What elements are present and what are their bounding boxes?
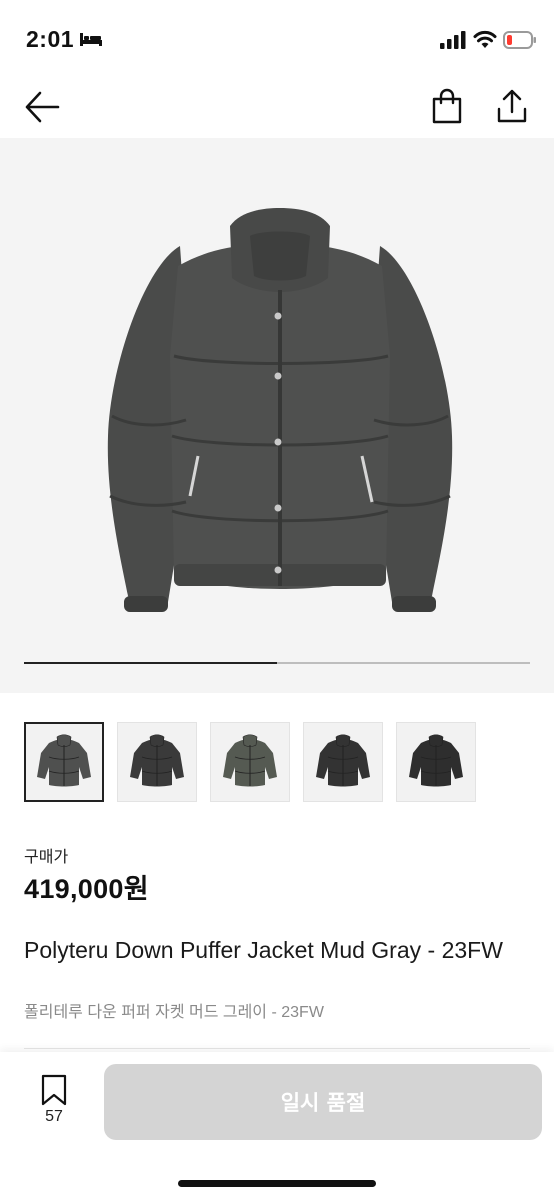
carousel-progress-bar xyxy=(24,662,530,664)
bookmark-icon xyxy=(41,1074,67,1106)
thumbnail-4[interactable] xyxy=(303,722,383,802)
divider xyxy=(24,1048,530,1049)
shopping-bag-icon[interactable] xyxy=(431,88,463,124)
home-indicator xyxy=(178,1180,376,1187)
jacket-thumbnail-image xyxy=(409,734,463,787)
status-bar: 2:01 xyxy=(0,0,554,80)
status-time: 2:01 xyxy=(26,26,75,52)
thumbnail-2[interactable] xyxy=(117,722,197,802)
bookmark-count: 57 xyxy=(45,1108,63,1125)
nav-bar xyxy=(0,80,554,138)
jacket-thumbnail-image xyxy=(316,734,370,787)
price-value: 419,000원 xyxy=(24,874,149,904)
back-arrow-icon[interactable] xyxy=(24,90,60,124)
wifi-icon xyxy=(473,30,497,48)
product-subtitle: 폴리테루 다운 퍼퍼 자켓 머드 그레이 - 23FW xyxy=(24,1004,324,1021)
thumbnail-1[interactable] xyxy=(24,722,104,802)
bookmark-button[interactable]: 57 xyxy=(34,1074,74,1134)
thumbnail-3[interactable] xyxy=(210,722,290,802)
product-detail-page: 2:01 구매가 419,000원 Polyteru Down Puffer J… xyxy=(0,0,554,1200)
product-image xyxy=(107,208,453,612)
signal-icon xyxy=(440,31,466,49)
jacket-thumbnail-image xyxy=(130,734,184,787)
thumbnail-5[interactable] xyxy=(396,722,476,802)
sold-out-button[interactable]: 일시 품절 xyxy=(104,1064,542,1140)
product-image-carousel[interactable] xyxy=(0,138,554,693)
bottom-action-bar: 57 일시 품절 xyxy=(0,1052,554,1200)
sleep-icon xyxy=(80,33,102,46)
price-label: 구매가 xyxy=(24,849,69,866)
battery-low-icon xyxy=(503,31,536,49)
jacket-thumbnail-image xyxy=(223,734,277,787)
product-title: Polyteru Down Puffer Jacket Mud Gray - 2… xyxy=(24,937,503,963)
thumbnail-strip xyxy=(24,722,476,806)
jacket-thumbnail-image xyxy=(37,734,91,787)
carousel-progress-fill xyxy=(24,662,277,664)
share-icon[interactable] xyxy=(495,88,529,124)
